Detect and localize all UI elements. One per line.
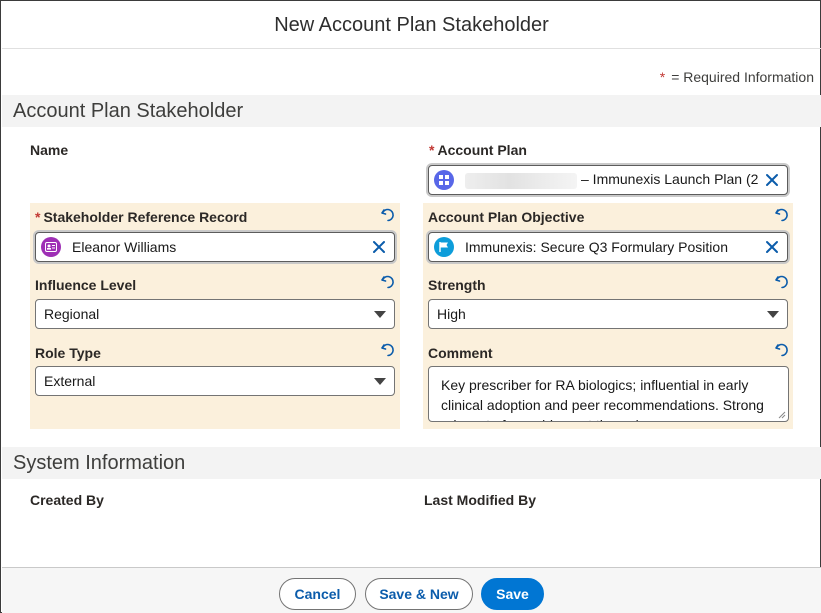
stakeholder-record-label: * Stakeholder Reference Record [35, 209, 247, 225]
influence-level-value: Regional [44, 306, 100, 322]
account-plan-lookup[interactable]: – Immunexis Launch Plan (202 [428, 165, 788, 195]
stakeholder-record-value: Eleanor Williams [72, 239, 177, 255]
undo-icon[interactable] [380, 342, 396, 358]
comment-label: Comment [428, 345, 493, 361]
required-star: * [659, 69, 666, 85]
strength-label: Strength [428, 277, 486, 293]
resize-handle-icon[interactable] [778, 411, 786, 419]
objective-value: Immunexis: Secure Q3 Formulary Position [465, 239, 728, 255]
clear-icon[interactable] [372, 240, 386, 254]
objective-label: Account Plan Objective [428, 209, 585, 225]
redacted-text [465, 172, 577, 189]
clear-icon[interactable] [765, 240, 779, 254]
comment-textarea[interactable]: Key prescriber for RA biologics; influen… [428, 366, 789, 422]
modal-header: New Account Plan Stakeholder [2, 2, 821, 49]
stakeholder-record-label-text: Stakeholder Reference Record [43, 209, 248, 225]
name-label: Name [30, 142, 69, 158]
required-star: * [429, 142, 435, 158]
role-type-select[interactable]: External [35, 366, 395, 396]
influence-level-label: Influence Level [35, 277, 137, 293]
objective-lookup[interactable]: Immunexis: Secure Q3 Formulary Position [428, 232, 788, 262]
influence-level-select[interactable]: Regional [35, 299, 395, 329]
section-title-stakeholder: Account Plan Stakeholder [13, 99, 244, 122]
required-info-text: = Required Information [671, 69, 814, 85]
required-info-note: * = Required Information [660, 69, 814, 85]
strength-select[interactable]: High [428, 299, 788, 329]
chevron-down-icon [374, 311, 386, 318]
created-by-label: Created By [30, 492, 104, 508]
chevron-down-icon [767, 311, 779, 318]
save-button[interactable]: Save [481, 578, 544, 610]
flag-icon [434, 237, 454, 257]
section-header-stakeholder[interactable]: Account Plan Stakeholder [2, 95, 821, 127]
account-plan-value-text: – Immunexis Launch Plan (202 [581, 171, 759, 188]
section-title-system: System Information [13, 451, 186, 474]
account-plan-label-text: Account Plan [437, 142, 527, 158]
undo-icon[interactable] [380, 207, 396, 223]
undo-icon[interactable] [774, 274, 790, 290]
clear-icon[interactable] [765, 173, 779, 187]
undo-icon[interactable] [774, 342, 790, 358]
account-plan-label: * Account Plan [429, 142, 527, 158]
modal: New Account Plan Stakeholder * = Required… [0, 0, 821, 613]
last-modified-by-label: Last Modified By [424, 492, 537, 508]
role-type-label: Role Type [35, 345, 101, 361]
chevron-down-icon [374, 378, 386, 385]
account-plan-value: – Immunexis Launch Plan (202 [465, 171, 759, 189]
contact-card-icon [41, 237, 61, 257]
comment-value: Key prescriber for RA biologics; influen… [441, 377, 764, 421]
undo-icon[interactable] [380, 274, 396, 290]
section-header-system[interactable]: System Information [2, 447, 821, 479]
modal-footer: Cancel Save & New Save [2, 567, 821, 613]
save-and-new-button[interactable]: Save & New [365, 578, 473, 610]
cancel-button[interactable]: Cancel [279, 578, 356, 610]
stakeholder-record-lookup[interactable]: Eleanor Williams [35, 232, 395, 262]
required-star: * [35, 209, 41, 225]
strength-value: High [437, 306, 466, 322]
modal-title: New Account Plan Stakeholder [274, 13, 549, 36]
undo-icon[interactable] [774, 207, 790, 223]
account-plan-icon [434, 170, 454, 190]
role-type-value: External [44, 373, 96, 389]
